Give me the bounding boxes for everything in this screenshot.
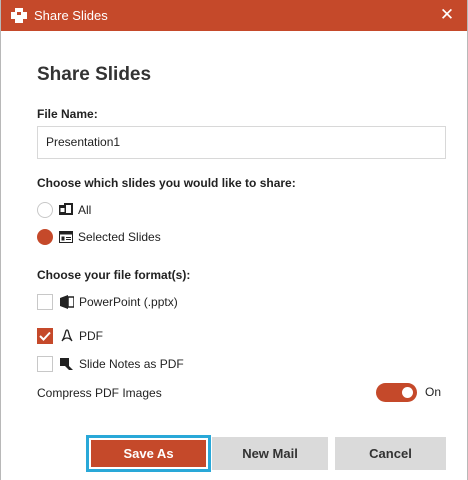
format-option-pdf-label: PDF xyxy=(79,329,103,343)
toggle-state-label: On xyxy=(425,385,442,399)
checkbox-pptx[interactable] xyxy=(37,294,53,310)
compress-pdf-label: Compress PDF Images xyxy=(37,386,162,400)
powerpoint-icon xyxy=(60,295,75,309)
all-slides-icon xyxy=(59,203,73,217)
slide-option-selected-label: Selected Slides xyxy=(78,230,161,244)
close-icon[interactable]: ✕ xyxy=(437,5,457,25)
file-name-input[interactable]: Presentation1 xyxy=(37,126,446,159)
slide-option-all[interactable]: All xyxy=(37,200,91,220)
slide-option-all-label: All xyxy=(78,203,92,217)
file-name-label: File Name: xyxy=(37,107,98,121)
format-prompt: Choose your file format(s): xyxy=(37,268,191,282)
share-slides-dialog: Share Slides ✕ Share Slides File Name: P… xyxy=(0,0,468,480)
format-option-notes[interactable]: Slide Notes as PDF xyxy=(37,354,184,374)
save-as-button[interactable]: Save As xyxy=(86,435,211,472)
radio-selected-slides[interactable] xyxy=(37,229,53,245)
format-option-pptx-label: PowerPoint (.pptx) xyxy=(79,295,178,309)
compress-pdf-toggle[interactable] xyxy=(376,383,417,402)
format-option-pptx[interactable]: PowerPoint (.pptx) xyxy=(37,292,178,312)
slide-notes-icon xyxy=(60,357,74,371)
checkbox-pdf[interactable] xyxy=(37,328,53,344)
toggle-knob xyxy=(402,387,413,398)
slides-prompt: Choose which slides you would like to sh… xyxy=(37,176,296,190)
selected-slides-icon xyxy=(59,230,73,244)
radio-all[interactable] xyxy=(37,202,53,218)
title-bar: Share Slides ✕ xyxy=(1,0,467,31)
pdf-icon xyxy=(60,329,74,343)
format-option-pdf[interactable]: PDF xyxy=(37,326,103,346)
cancel-button[interactable]: Cancel xyxy=(335,437,446,470)
format-option-notes-label: Slide Notes as PDF xyxy=(79,357,184,371)
dialog-heading: Share Slides xyxy=(37,64,152,85)
window-title: Share Slides xyxy=(34,8,108,23)
checkbox-slide-notes[interactable] xyxy=(37,356,53,372)
slide-option-selected[interactable]: Selected Slides xyxy=(37,227,161,247)
powerpoint-share-icon xyxy=(11,8,27,23)
new-mail-button[interactable]: New Mail xyxy=(212,437,328,470)
